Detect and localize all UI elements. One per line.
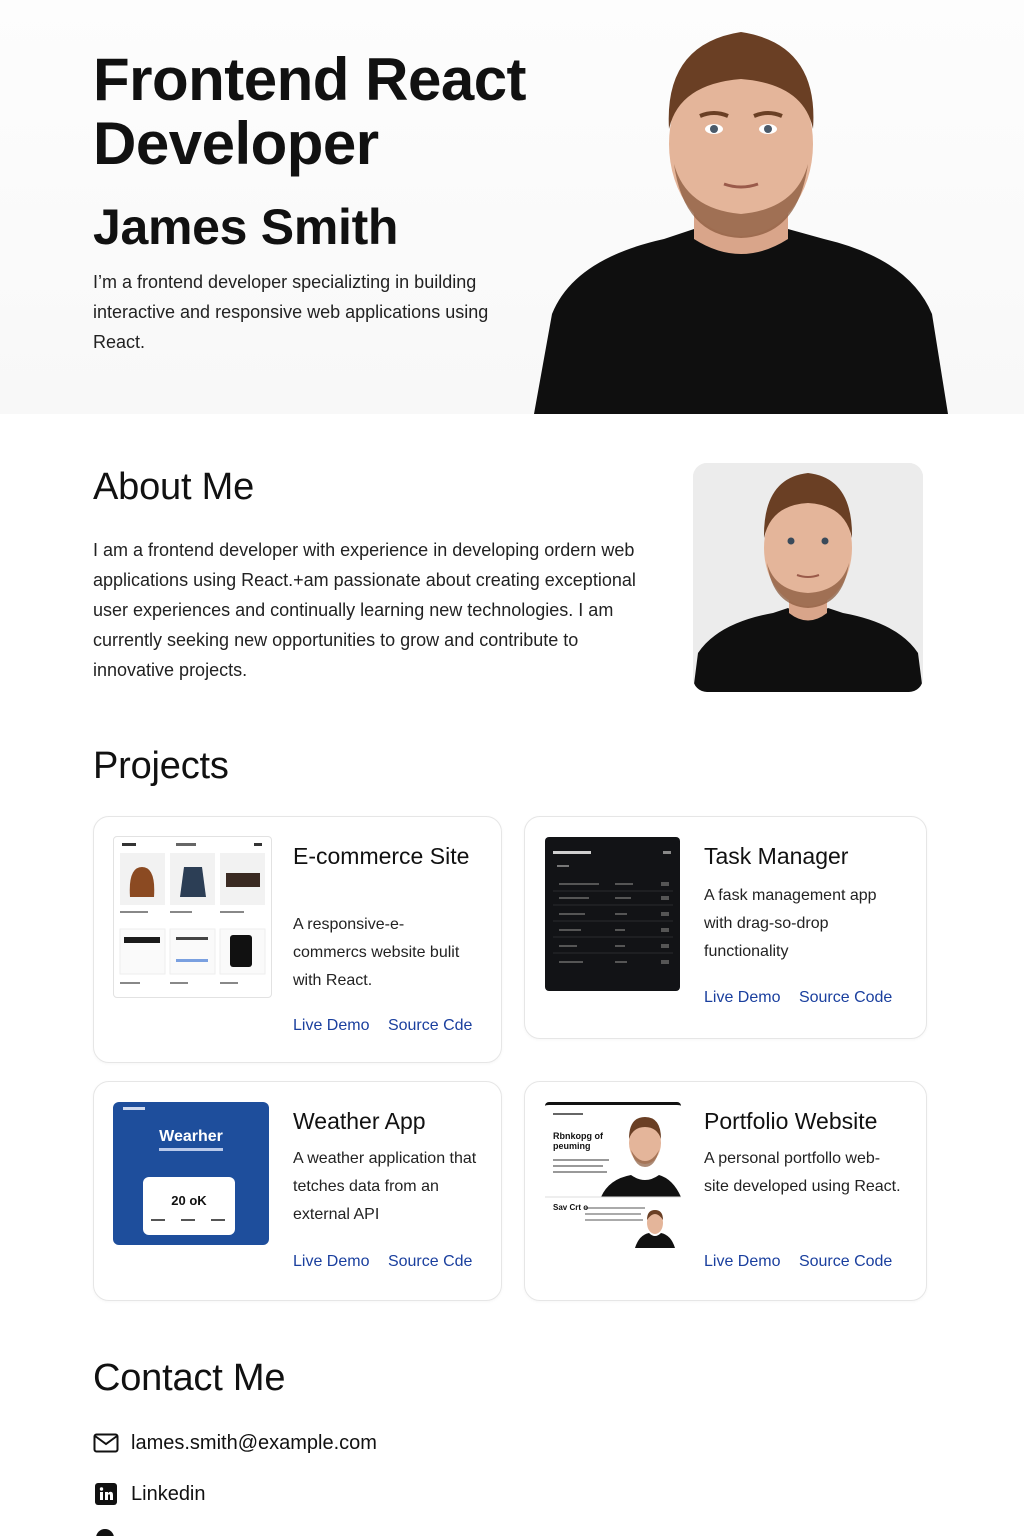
hero-portrait-image [534,32,948,414]
hero-section: Frontend React Developer James Smith I’m… [0,0,1024,414]
about-text: I am a frontend developer with experienc… [93,540,636,680]
project-title: E-commerce Site [293,843,470,869]
portfolio-page: Frontend React Developer James Smith I’m… [0,0,1024,1536]
portfolio-website-thumbnail: Rbnkopg of peuming Sav Crt o [545,1102,681,1248]
projects-title: Projects [93,745,229,787]
about-portrait-image [693,463,923,692]
project-links: Live Demo Source Cde [293,1253,486,1271]
project-card-weather-app: Wearher 20 oK Weather App A weather appl… [93,1081,502,1301]
hero-description: I’m a frontend developer specializting i… [93,272,489,352]
weather-app-thumbnail: Wearher 20 oK [113,1102,269,1245]
project-title: Weather App [293,1108,426,1134]
project-card-task-manager: Task Manager A fask management app with … [524,816,927,1039]
portfolio-thumb-subheading: Sav Crt o [553,1203,589,1212]
contact-email-text: lames.smith@example.com [131,1431,377,1454]
about-title: About Me [93,466,255,508]
project-links: Live Demo Source Code [704,1253,906,1271]
weather-thumb-title: Wearher [159,1128,223,1145]
live-demo-link[interactable]: Live Demo [704,1253,780,1270]
task-manager-thumbnail [545,837,680,991]
source-code-link[interactable]: Source Cde [388,1017,473,1034]
project-links: Live Demo Source Code [704,989,906,1007]
github-icon[interactable] [95,1528,115,1536]
project-title: Portfolio Website [704,1108,878,1134]
mail-icon [93,1430,119,1456]
ecommerce-thumbnail [113,836,272,998]
linkedin-icon [93,1481,119,1507]
source-code-link[interactable]: Source Cde [388,1253,473,1270]
weather-thumb-temperature: 20 oK [171,1193,207,1208]
live-demo-link[interactable]: Live Demo [293,1253,369,1270]
source-code-link[interactable]: Source Code [799,989,892,1006]
project-card-ecommerce: E-commerce Site A responsive-e-commercs … [93,816,502,1063]
project-links: Live Demo Source Cde [293,1017,486,1035]
live-demo-link[interactable]: Live Demo [704,989,780,1006]
project-description: A weather application that tetches data … [293,1150,477,1223]
project-description: A responsive-e-commercs website bulit wi… [293,916,460,989]
contact-linkedin-text: Linkedin [131,1482,206,1505]
contact-email[interactable]: lames.smith@example.com [93,1430,377,1456]
project-title: Task Manager [704,843,849,869]
source-code-link[interactable]: Source Code [799,1253,892,1270]
project-description: A personal portfollo web-site developed … [704,1150,901,1195]
project-card-portfolio-website: Rbnkopg of peuming Sav Crt o Portfolio W… [524,1081,927,1301]
contact-linkedin[interactable]: Linkedin [93,1481,206,1507]
live-demo-link[interactable]: Live Demo [293,1017,369,1034]
project-description: A fask management app with drag-so-drop … [704,887,877,960]
contact-title: Contact Me [93,1357,286,1399]
hero-name: James Smith [93,199,399,255]
hero-title: Frontend React Developer [93,46,527,177]
